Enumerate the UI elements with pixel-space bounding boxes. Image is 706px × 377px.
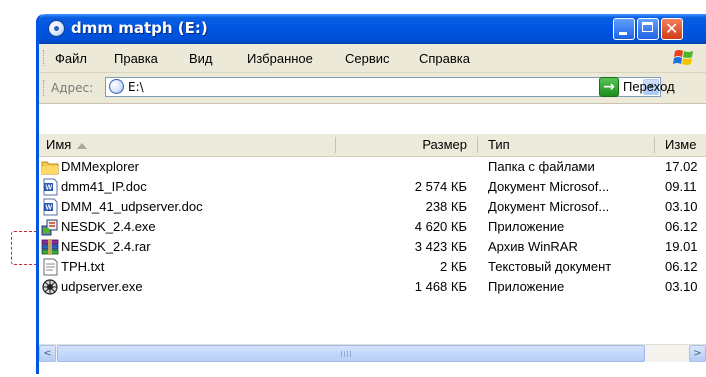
toolbar-grip[interactable] <box>43 50 46 66</box>
scroll-left-button[interactable]: < <box>39 345 56 362</box>
file-type: Папка с файлами <box>488 159 595 174</box>
address-label: Адрес: <box>51 81 94 95</box>
address-input[interactable]: E:\ ▾ <box>105 77 661 97</box>
menu-edit[interactable]: Правка <box>114 51 158 66</box>
file-type: Текстовый документ <box>488 259 612 274</box>
menu-file[interactable]: Файл <box>55 51 87 66</box>
go-label: Переход <box>623 79 675 94</box>
column-size[interactable]: Размер <box>339 134 467 156</box>
file-type: Приложение <box>488 279 565 294</box>
menu-bar: Файл Правка Вид Избранное Сервис Справка <box>39 44 706 73</box>
file-row[interactable]: W DMM_41_udpserver.doc 238 КБ Документ M… <box>39 197 706 217</box>
file-size: 2 КБ <box>440 259 467 274</box>
file-size: 1 468 КБ <box>414 279 467 294</box>
file-date: 17.02 <box>665 159 698 174</box>
file-date: 03.10 <box>665 199 698 214</box>
file-date: 06.12 <box>665 259 698 274</box>
go-arrow-icon: → <box>599 77 619 97</box>
column-type[interactable]: Тип <box>488 134 510 156</box>
window-title: dmm matph (E:) <box>71 19 208 37</box>
explorer-window: dmm matph (E:) ✕ Файл Правка Вид Избранн… <box>36 14 706 374</box>
column-divider[interactable] <box>654 137 655 153</box>
column-divider[interactable] <box>477 137 478 153</box>
file-type: Документ Microsof... <box>488 199 610 214</box>
folder-icon <box>41 161 59 175</box>
title-bar[interactable]: dmm matph (E:) ✕ <box>39 14 706 44</box>
column-name-label: Имя <box>46 137 72 152</box>
column-divider[interactable] <box>335 137 336 153</box>
minimize-button[interactable] <box>613 18 635 40</box>
file-row[interactable]: NESDK_2.4.exe 4 620 КБ Приложение 06.12 <box>39 217 706 237</box>
sort-ascending-icon <box>77 142 88 149</box>
file-row[interactable]: TPH.txt 2 КБ Текстовый документ 06.12 <box>39 257 706 277</box>
file-date: 09.11 <box>665 179 697 194</box>
maximize-button[interactable] <box>637 18 659 40</box>
menu-view[interactable]: Вид <box>189 51 213 66</box>
address-bar-grip[interactable] <box>43 80 46 96</box>
drive-disc-icon <box>48 20 65 37</box>
file-size: 3 423 КБ <box>414 239 467 254</box>
file-row[interactable]: W dmm41_IP.doc 2 574 КБ Документ Microso… <box>39 177 706 197</box>
windows-logo-icon <box>673 50 693 65</box>
scrollbar-grip-icon <box>341 351 353 357</box>
menu-help[interactable]: Справка <box>419 51 470 66</box>
file-date: 06.12 <box>665 219 698 234</box>
file-row[interactable]: NESDK_2.4.rar 3 423 КБ Архив WinRAR 19.0… <box>39 237 706 257</box>
menu-tools[interactable]: Сервис <box>345 51 390 66</box>
file-size: 238 КБ <box>425 199 467 214</box>
close-icon: ✕ <box>665 19 679 38</box>
file-list-header: Имя Размер Тип Изме <box>39 134 706 157</box>
file-row[interactable]: udpserver.exe 1 468 КБ Приложение 03.10 <box>39 277 706 297</box>
file-size: 4 620 КБ <box>414 219 467 234</box>
scrollbar-thumb[interactable] <box>57 345 645 362</box>
horizontal-scrollbar[interactable]: < > <box>39 344 706 362</box>
close-button[interactable]: ✕ <box>661 18 683 40</box>
file-type: Документ Microsof... <box>488 179 610 194</box>
file-name: DMMexplorer <box>61 159 140 174</box>
file-row[interactable]: DMMexplorer Папка с файлами 17.02 <box>39 157 706 177</box>
file-size: 2 574 КБ <box>414 179 467 194</box>
address-value: E:\ <box>128 80 144 94</box>
column-name[interactable]: Имя <box>46 134 88 156</box>
column-date[interactable]: Изме <box>665 134 696 156</box>
file-date: 03.10 <box>665 279 698 294</box>
file-type: Приложение <box>488 219 565 234</box>
file-date: 19.01 <box>665 239 698 254</box>
scroll-right-button[interactable]: > <box>689 345 706 362</box>
address-bar: Адрес: E:\ ▾ → Переход <box>39 72 706 104</box>
file-type: Архив WinRAR <box>488 239 578 254</box>
drive-icon <box>109 79 124 94</box>
menu-favorites[interactable]: Избранное <box>247 51 313 66</box>
